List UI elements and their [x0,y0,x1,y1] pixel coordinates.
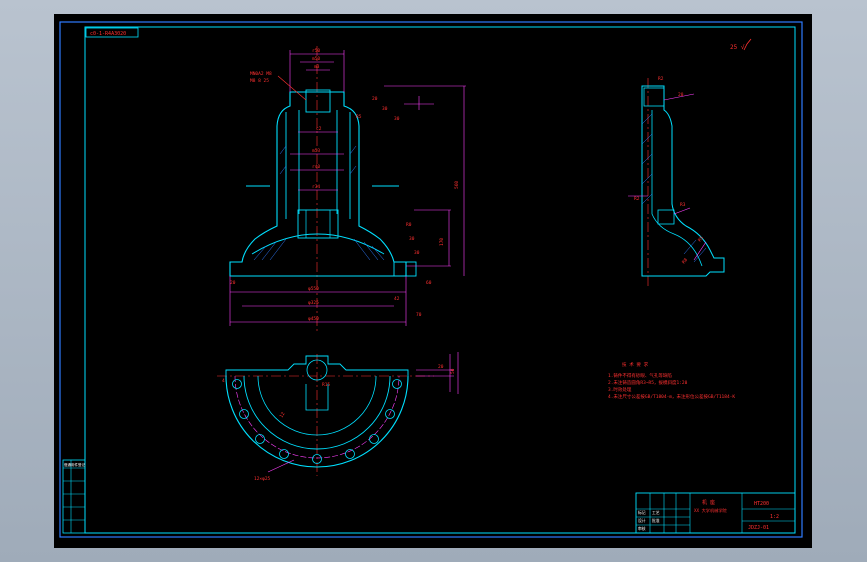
title-row-3: 工艺 [652,510,660,515]
school-name: XX 大学机械学院 [694,507,728,514]
scale: 1:2 [770,514,779,520]
dim-top-2: 30 [382,106,388,112]
side-dim-2: R2 [634,196,640,202]
dim-inner-2: c2 [316,126,322,132]
dim-right-2: 30 [414,250,420,256]
roughness-symbol-icon [743,38,752,51]
side-top-boss [643,87,665,107]
inner-border [84,26,796,534]
tech-req-line-1: 1.铸件不得有砂眼、气孔等缺陷 [608,372,672,379]
side-dim-0: R2 [658,76,664,82]
dim-inner-4: r40 [312,164,320,170]
top-boss [305,89,331,113]
outer-border [59,21,803,538]
side-dimension-lines [628,93,707,261]
dim-bottom-4: 70 [416,312,422,318]
side-view: R2 20 R2 R3 R8 R5 [628,76,725,288]
material: HT200 [754,501,769,507]
tech-req-title: 技 术 要 求 [622,361,649,368]
title-row-2: 审核 [638,526,646,531]
drawing-number: JDZJ-01 [748,525,769,531]
cad-drawing: c0-1-R4A3020 25 √ MN0A2 M8 M8 8 25 r50 2… [59,21,803,538]
side-inner-wall [651,110,703,267]
dim-inner-1: m3 [314,64,320,70]
title-row-4: 批准 [652,518,660,523]
plan-dim-1: 50 [450,368,456,374]
dim-bottom-0: φ550 [308,286,319,292]
dim-right-1: 30 [409,236,415,242]
side-outline [641,85,725,277]
drawing-sheet: c0-1-R4A3020 25 √ MN0A2 M8 M8 8 25 r50 2… [54,14,812,548]
tech-req-line-2: 2.未注铸造圆角R3~R5，拔模斜度1:20 [608,379,688,386]
dim-overall-height: 560 [454,181,460,189]
title-tag: c0-1-R4A3020 [90,31,126,37]
dim-right-3: 170 [439,238,445,246]
dim-bottom-2: φ450 [308,316,319,322]
title-block: 标记 设计 审核 工艺 批准 机 座 XX 大学机械学院 HT200 1:2 J… [635,492,796,534]
roughness-note: 25 √ [730,44,745,51]
side-hole [657,209,675,225]
part-name: 机 座 [702,499,715,506]
plan-dim-0: 4 [222,378,225,384]
dim-inner-5: r34 [312,184,320,190]
left-margin-block: 借通用件登记 [62,459,85,534]
dim-inner-3: m53 [312,148,320,154]
dim-inner-0: m50 [312,56,320,62]
plan-dim-3: 12 [279,411,287,419]
flange-foot [393,261,417,277]
dome-curve [251,233,385,255]
title-row-1: 设计 [638,518,646,523]
dim-top-1: 20 [372,96,378,102]
side-dim-3: R3 [680,202,686,208]
side-dim-4: R8 [681,257,689,265]
dim-bottom-1: φ325 [308,300,319,306]
tech-requirements: 技 术 要 求 1.铸件不得有砂眼、气孔等缺陷 2.未注铸造圆角R3~R5，拔模… [608,361,735,400]
dim-bottom-3: 42 [394,296,400,302]
dim-left: 20 [230,280,236,286]
plan-pcd-label: 12×φ25 [254,476,271,482]
dim-top-3: 30 [394,116,400,122]
dim-top-4: R5 [356,114,362,120]
leader-note-bottom: M8 8 25 [250,78,269,84]
plan-view: 4 50 20 12 R15 12×φ25 [217,352,459,482]
side-dim-5: R5 [697,235,705,243]
plan-dim-4: R15 [322,382,330,388]
tech-req-line-3: 3.时效处理 [608,386,632,393]
leader-note-top: MN0A2 M8 [250,71,272,77]
dim-right-0: R0 [406,222,412,228]
plan-dim-2: 20 [438,364,444,370]
tech-req-line-4: 4.未注尺寸公差按GB/T1804-m，未注形位公差按GB/T1184-K [608,393,735,400]
dim-top-0: r50 [312,48,320,54]
front-body-outline [229,91,407,277]
side-dim-1: 20 [678,92,684,98]
margin-block-header: 借通用件登记 [64,462,85,467]
front-view: MN0A2 M8 M8 8 25 r50 20 30 30 R5 m50 m3 … [229,46,466,332]
title-row-0: 标记 [638,510,646,515]
dim-right-4: 60 [426,280,432,286]
